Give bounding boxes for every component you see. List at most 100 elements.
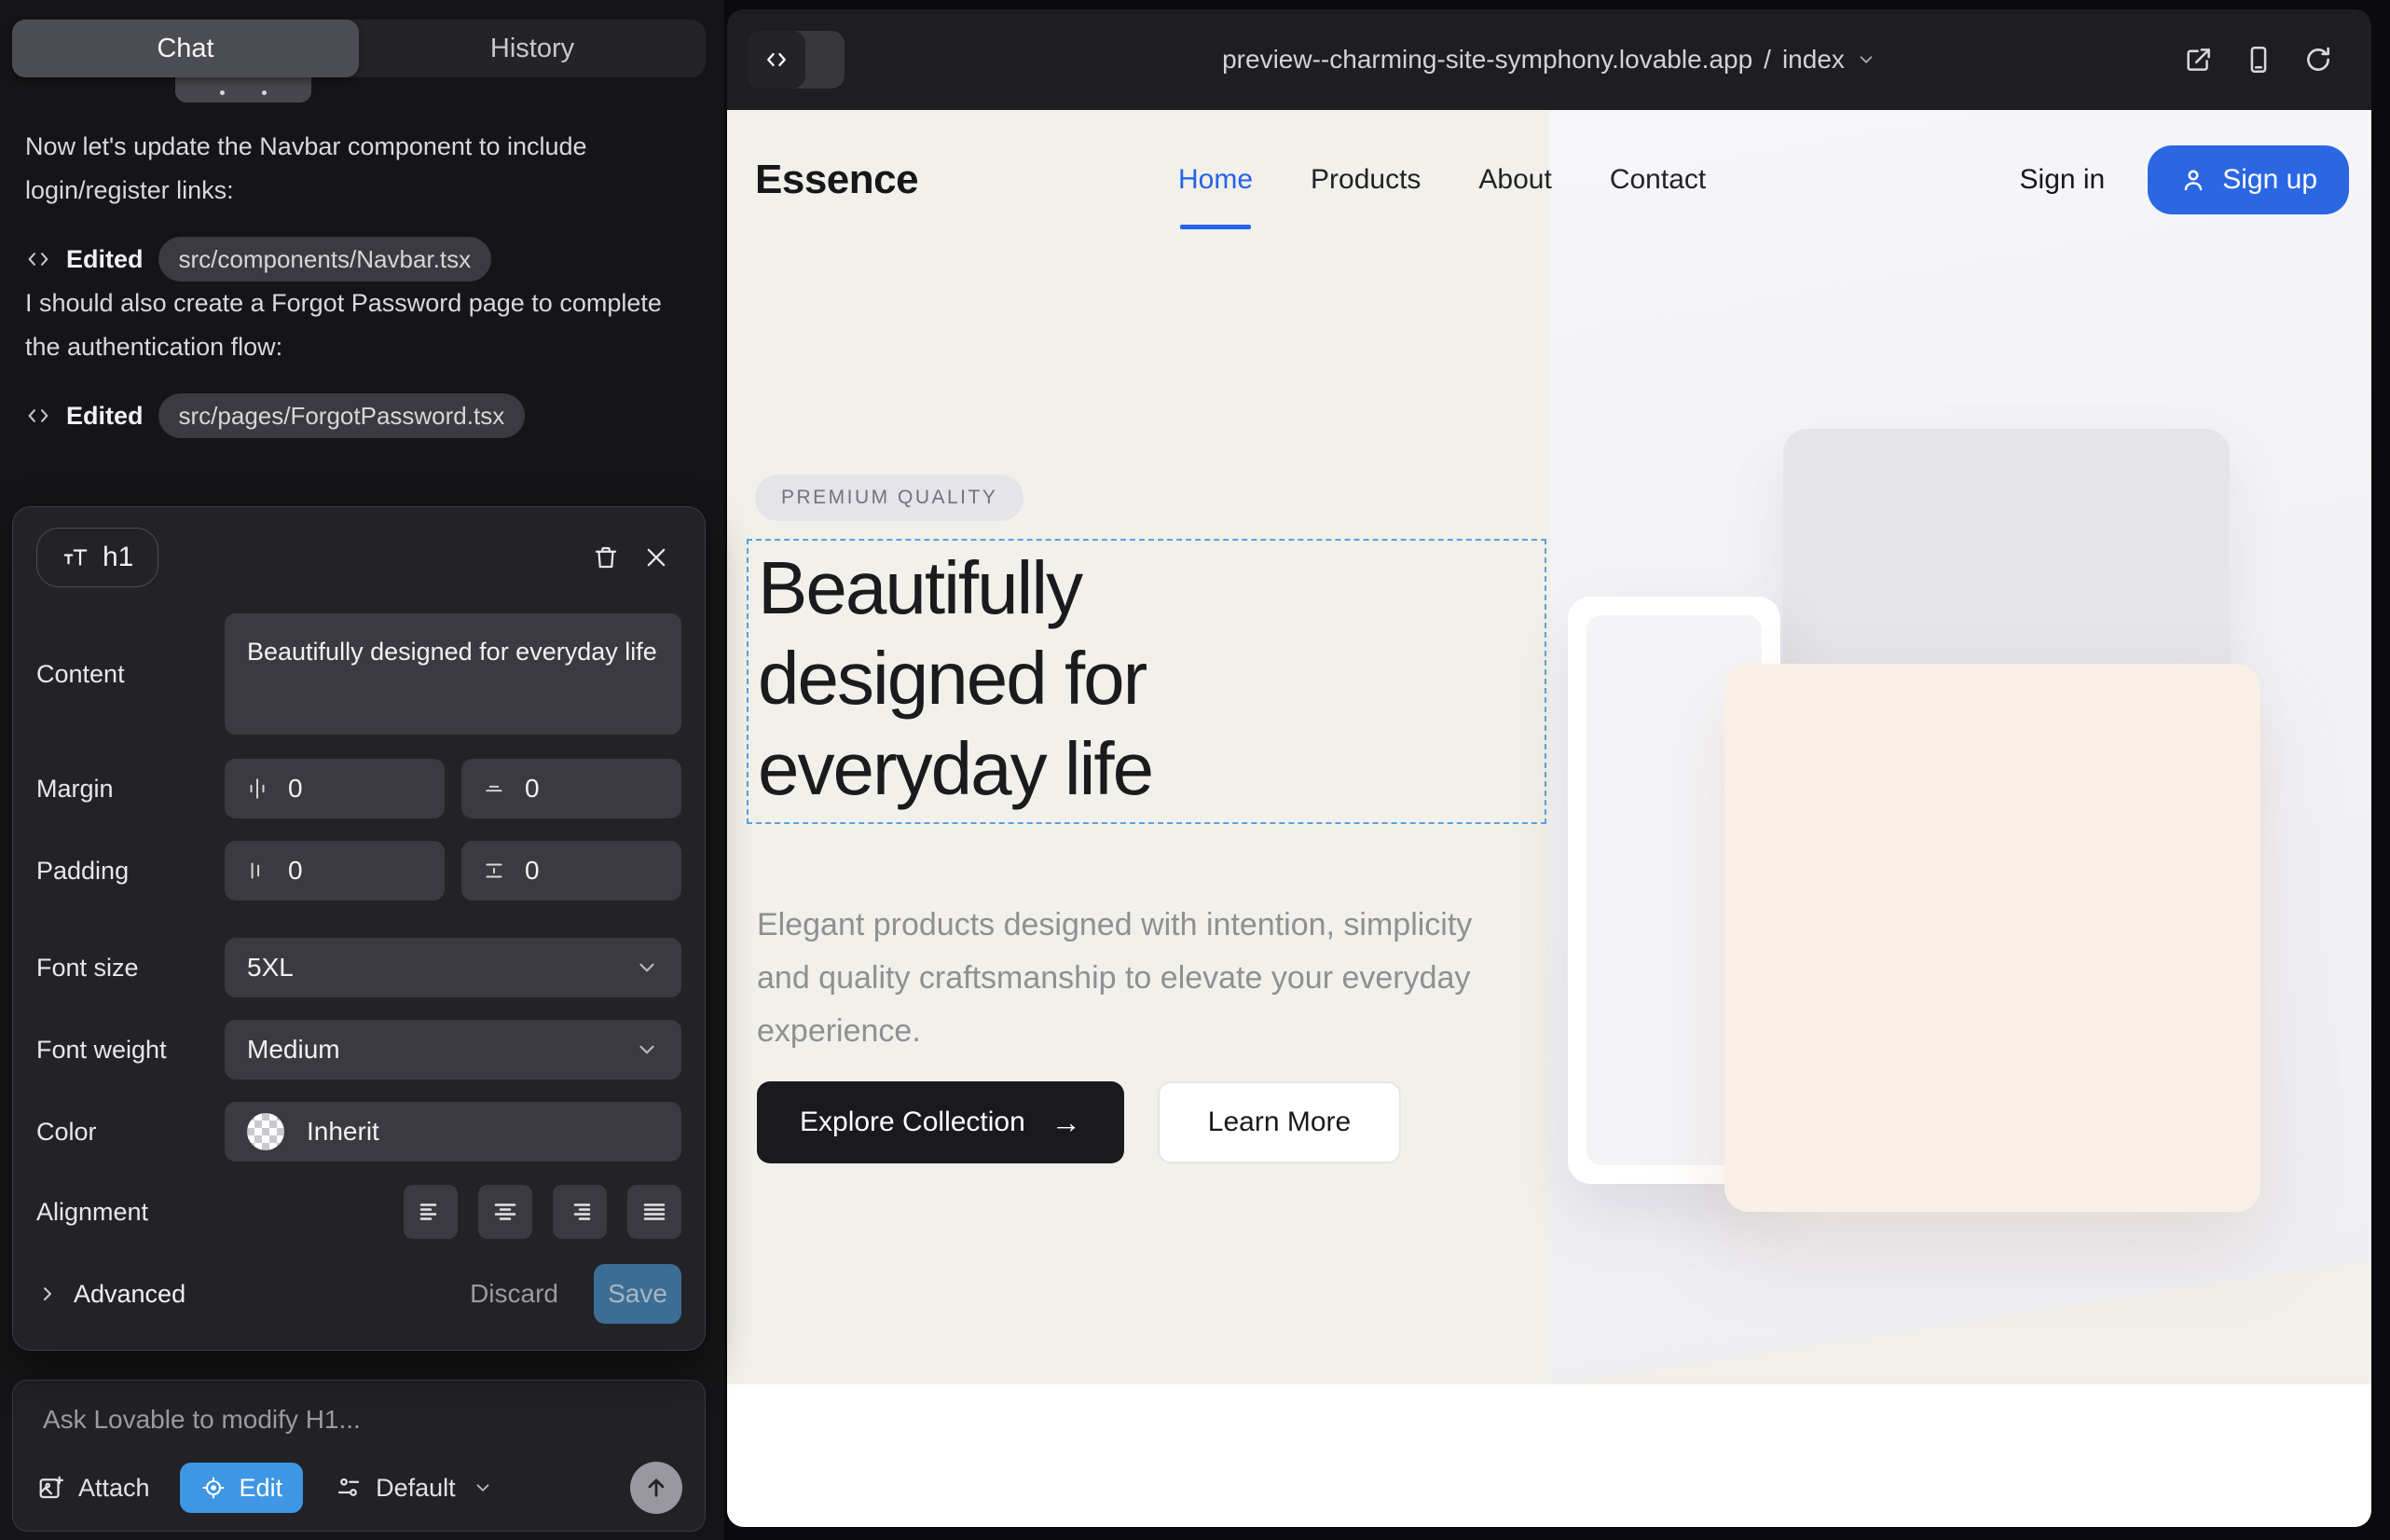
user-icon xyxy=(2179,166,2207,194)
edited-label: Edited xyxy=(66,402,144,431)
advanced-label: Advanced xyxy=(74,1280,185,1309)
padding-y-input[interactable]: 0 xyxy=(461,841,681,901)
browser-chrome: preview--charming-site-symphony.lovable.… xyxy=(727,9,2371,110)
close-icon xyxy=(643,544,669,571)
hero-heading[interactable]: Beautifully designed for everyday life xyxy=(758,543,1545,814)
file-chip[interactable]: src/components/Navbar.tsx xyxy=(158,237,492,282)
explore-collection-button[interactable]: Explore Collection → xyxy=(757,1081,1124,1163)
url-text: preview--charming-site-symphony.lovable.… xyxy=(1222,45,1752,75)
url-separator: / xyxy=(1764,45,1771,75)
file-chip[interactable]: src/pages/ForgotPassword.tsx xyxy=(158,393,526,438)
edited-file-row[interactable]: Edited src/components/Navbar.tsx xyxy=(25,237,702,282)
url-bar[interactable]: preview--charming-site-symphony.lovable.… xyxy=(727,9,2371,110)
hero-card-beige xyxy=(1724,664,2260,1212)
tab-history[interactable]: History xyxy=(359,20,706,77)
sign-up-button[interactable]: Sign up xyxy=(2148,145,2349,214)
align-left-button[interactable] xyxy=(404,1185,458,1239)
attach-label: Attach xyxy=(78,1474,150,1503)
font-weight-value: Medium xyxy=(247,1035,340,1065)
site-navbar: Essence Home Products About Contact Sign… xyxy=(727,110,2371,250)
color-swatch xyxy=(247,1113,284,1150)
hero-paragraph: Elegant products designed with intention… xyxy=(757,899,1512,1058)
content-label: Content xyxy=(36,660,225,689)
chevron-down-icon xyxy=(635,1038,659,1062)
site-viewport: Essence Home Products About Contact Sign… xyxy=(727,110,2371,1527)
target-icon xyxy=(200,1475,227,1501)
mode-select[interactable]: Default xyxy=(335,1474,493,1503)
margin-x-value: 0 xyxy=(288,774,303,804)
sign-in-link[interactable]: Sign in xyxy=(2020,164,2106,196)
code-icon xyxy=(25,403,51,429)
refresh-button[interactable] xyxy=(2302,44,2334,76)
padding-horizontal-icon xyxy=(245,859,269,883)
margin-vertical-icon xyxy=(482,777,506,801)
explore-label: Explore Collection xyxy=(800,1107,1025,1138)
content-input[interactable]: Beautifully designed for everyday life xyxy=(225,613,681,735)
sidebar-tabs: Chat History xyxy=(12,20,706,77)
margin-y-value: 0 xyxy=(525,774,540,804)
nav-link-contact[interactable]: Contact xyxy=(1610,164,1706,196)
close-panel-button[interactable] xyxy=(631,532,681,583)
send-button[interactable] xyxy=(630,1462,682,1514)
trash-icon xyxy=(592,543,620,571)
chat-messages: Now let's update the Navbar component to… xyxy=(25,125,702,438)
mobile-view-button[interactable] xyxy=(2243,44,2274,76)
nav-link-products[interactable]: Products xyxy=(1311,164,1421,196)
margin-horizontal-icon xyxy=(245,777,269,801)
chat-composer[interactable]: Ask Lovable to modify H1... Attach Edit xyxy=(12,1380,706,1532)
nav-link-home[interactable]: Home xyxy=(1178,164,1253,196)
sliders-icon xyxy=(335,1474,363,1502)
margin-y-input[interactable]: 0 xyxy=(461,759,681,818)
learn-more-button[interactable]: Learn More xyxy=(1158,1081,1401,1163)
margin-label: Margin xyxy=(36,775,225,804)
hero-cta-row: Explore Collection → Learn More xyxy=(757,1081,1401,1163)
padding-vertical-icon xyxy=(482,859,506,883)
url-page: index xyxy=(1782,45,1845,75)
chevron-down-icon xyxy=(1856,49,1876,70)
sign-up-label: Sign up xyxy=(2222,164,2317,196)
next-section xyxy=(727,1384,2371,1527)
selected-element-chip[interactable]: h1 xyxy=(36,528,158,587)
code-icon xyxy=(25,246,51,272)
align-right-button[interactable] xyxy=(553,1185,607,1239)
assistant-message: I should also create a Forgot Password p… xyxy=(25,282,702,369)
color-value: Inherit xyxy=(307,1117,379,1147)
delete-element-button[interactable] xyxy=(581,532,631,583)
arrow-up-icon xyxy=(643,1475,669,1501)
font-size-select[interactable]: 5XL xyxy=(225,938,681,997)
font-size-value: 5XL xyxy=(247,953,294,983)
font-weight-select[interactable]: Medium xyxy=(225,1020,681,1079)
arrow-right-icon: → xyxy=(1051,1106,1081,1140)
chevron-down-icon xyxy=(473,1478,493,1498)
color-picker[interactable]: Inherit xyxy=(225,1102,681,1162)
padding-y-value: 0 xyxy=(525,856,540,886)
element-editor-panel: h1 Content Beautifully designed fo xyxy=(12,506,706,1351)
font-size-label: Font size xyxy=(36,954,225,983)
save-button[interactable]: Save xyxy=(594,1264,681,1324)
selected-h1-outline[interactable]: Beautifully designed for everyday life xyxy=(747,539,1546,824)
open-in-new-tab-button[interactable] xyxy=(2183,44,2215,76)
tab-chat[interactable]: Chat xyxy=(12,20,359,77)
preview-window: preview--charming-site-symphony.lovable.… xyxy=(727,9,2371,1527)
mode-label: Default xyxy=(376,1474,456,1503)
lovable-app: Chat History Now let's update the Navbar… xyxy=(0,0,2390,1540)
padding-label: Padding xyxy=(36,857,225,886)
edit-mode-button[interactable]: Edit xyxy=(180,1463,304,1513)
font-weight-label: Font weight xyxy=(36,1036,225,1065)
edit-label: Edit xyxy=(240,1474,283,1503)
nav-link-about[interactable]: About xyxy=(1478,164,1551,196)
align-center-button[interactable] xyxy=(478,1185,532,1239)
discard-button[interactable]: Discard xyxy=(470,1279,558,1309)
assistant-message: Now let's update the Navbar component to… xyxy=(25,125,702,213)
typography-icon xyxy=(62,543,89,571)
margin-x-input[interactable]: 0 xyxy=(225,759,445,818)
align-justify-button[interactable] xyxy=(627,1185,681,1239)
advanced-toggle[interactable]: Advanced xyxy=(36,1280,185,1309)
attach-image-icon xyxy=(37,1474,65,1502)
site-logo[interactable]: Essence xyxy=(755,157,918,203)
attach-button[interactable]: Attach xyxy=(37,1474,150,1503)
padding-x-input[interactable]: 0 xyxy=(225,841,445,901)
edited-file-row[interactable]: Edited src/pages/ForgotPassword.tsx xyxy=(25,393,702,438)
padding-x-value: 0 xyxy=(288,856,303,886)
color-label: Color xyxy=(36,1118,225,1147)
